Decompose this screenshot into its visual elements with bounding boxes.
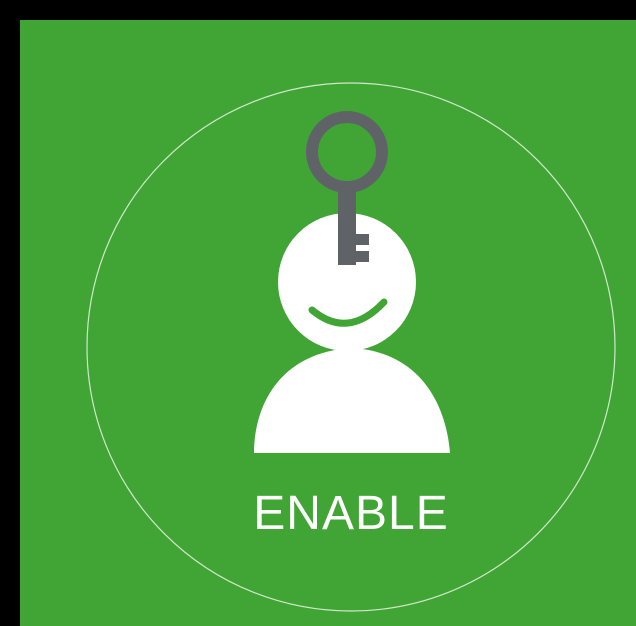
image-frame: ENABLE [0, 0, 636, 626]
person-body [254, 348, 450, 453]
badge-label: ENABLE [253, 487, 449, 540]
green-panel: ENABLE [20, 20, 636, 626]
enable-badge: ENABLE [86, 82, 616, 612]
